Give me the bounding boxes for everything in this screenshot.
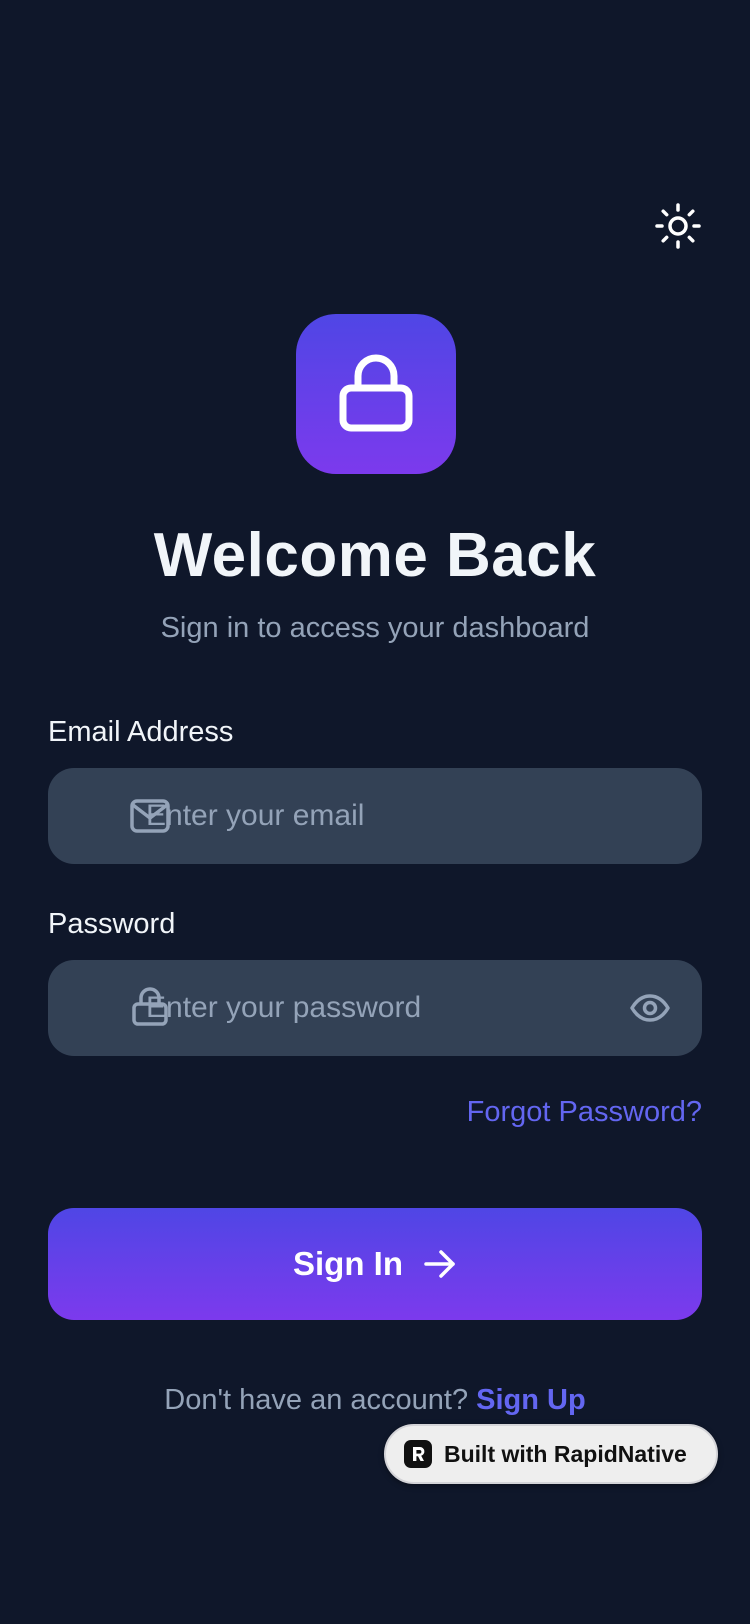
email-label: Email Address xyxy=(48,716,234,748)
sign-in-label: Sign In xyxy=(293,1245,403,1282)
forgot-password-link[interactable]: Forgot Password? xyxy=(420,1096,702,1129)
app-logo xyxy=(296,314,456,474)
sign-in-button[interactable]: Sign In xyxy=(48,1208,702,1320)
sign-up-link[interactable]: Sign Up xyxy=(476,1384,586,1416)
page-subtitle: Sign in to access your dashboard xyxy=(160,612,590,644)
login-screen: Welcome Back Sign in to access your dash… xyxy=(0,0,750,1624)
badge-label: Built with RapidNative xyxy=(444,1440,687,1467)
email-field[interactable] xyxy=(48,768,702,864)
eye-icon[interactable] xyxy=(626,984,674,1032)
page-title: Welcome Back xyxy=(153,521,597,590)
signup-prompt-text: Don't have an account? xyxy=(164,1384,469,1416)
password-input[interactable] xyxy=(146,960,626,1056)
built-with-badge[interactable]: Built with RapidNative xyxy=(384,1424,718,1484)
password-field[interactable] xyxy=(48,960,702,1056)
password-label: Password xyxy=(48,908,176,940)
sun-icon xyxy=(655,203,701,249)
email-input[interactable] xyxy=(146,768,626,864)
theme-toggle-button[interactable] xyxy=(652,200,704,252)
rapidnative-logo-icon xyxy=(404,1440,432,1468)
signup-prompt: Don't have an account? Sign Up xyxy=(0,1384,750,1417)
arrow-right-icon xyxy=(424,1250,455,1278)
lock-icon xyxy=(339,354,413,432)
